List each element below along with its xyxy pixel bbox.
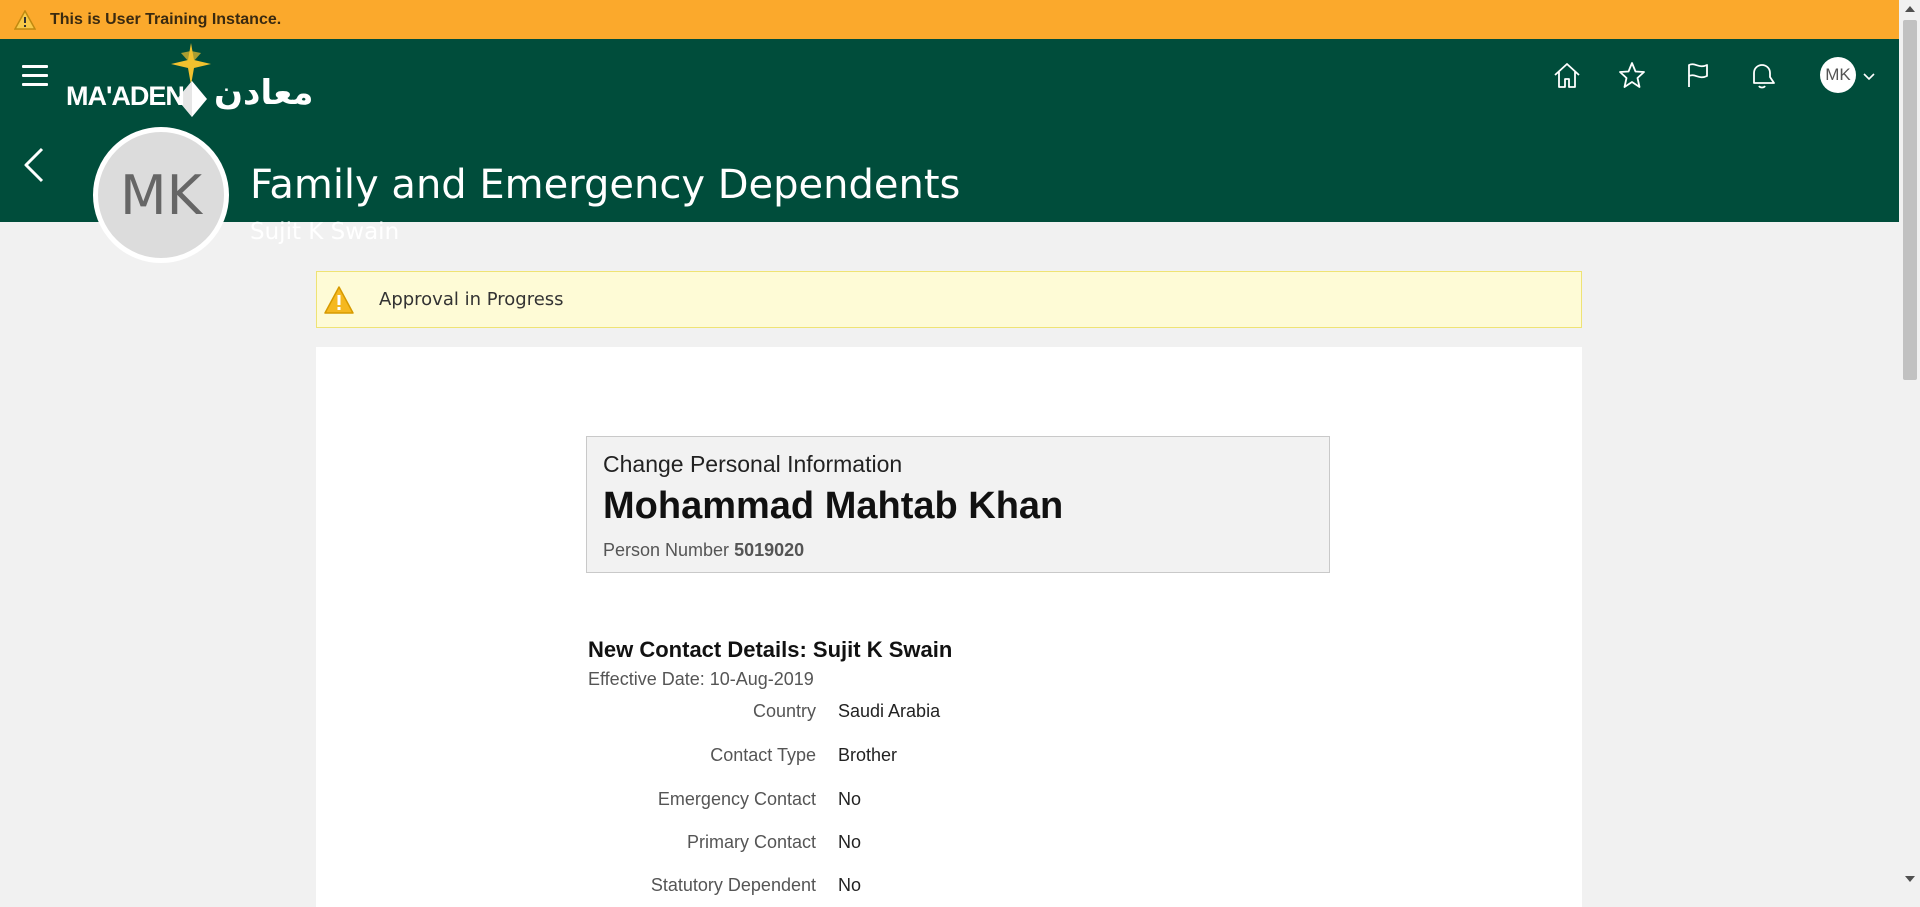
approval-notice: Approval in Progress xyxy=(316,271,1582,328)
logo-arabic-text: معادن xyxy=(214,73,314,113)
contact-details-heading: New Contact Details: Sujit K Swain xyxy=(588,637,953,662)
warning-icon xyxy=(324,285,354,314)
scroll-up-arrow-icon[interactable] xyxy=(1905,6,1915,12)
warning-icon xyxy=(14,9,36,30)
menu-icon[interactable] xyxy=(22,65,48,87)
approval-notice-text: Approval in Progress xyxy=(379,289,564,310)
app-header: MA'ADEN معادن MK Family and Emergency De… xyxy=(0,39,1899,245)
scroll-down-arrow-icon[interactable] xyxy=(1905,876,1915,882)
back-arrow-icon[interactable] xyxy=(22,145,46,185)
scrollbar-thumb[interactable] xyxy=(1903,20,1917,380)
detail-label: Emergency Contact xyxy=(657,789,816,809)
contact-details: New Contact Details: Sujit K Swain Effec… xyxy=(588,637,1188,895)
page-subtitle: Sujit K Swain xyxy=(250,219,400,245)
logo-latin-text: MA'ADEN xyxy=(66,81,185,111)
logo-star-icon xyxy=(171,43,211,85)
detail-row-statutory-dependent: Statutory Dependent No xyxy=(588,875,1188,899)
detail-row-country: Country Saudi Arabia xyxy=(588,701,1188,725)
person-avatar: MK xyxy=(93,127,229,263)
chevron-down-icon[interactable] xyxy=(1862,69,1876,83)
detail-row-emergency-contact: Emergency Contact No xyxy=(588,789,1188,813)
detail-value: Saudi Arabia xyxy=(838,701,941,721)
detail-value: No xyxy=(838,832,862,852)
person-number-value: 5019020 xyxy=(734,540,805,560)
person-number: Person Number 5019020 xyxy=(603,540,804,561)
page-title: Family and Emergency Dependents xyxy=(250,162,961,208)
detail-value: No xyxy=(838,875,862,895)
detail-label: Primary Contact xyxy=(686,832,816,852)
change-caption: Change Personal Information xyxy=(603,451,903,477)
home-icon[interactable] xyxy=(1551,59,1583,91)
detail-label: Country xyxy=(752,701,816,721)
person-info-box: Change Personal Information Mohammad Mah… xyxy=(586,436,1330,573)
detail-label: Contact Type xyxy=(710,745,816,765)
company-logo[interactable]: MA'ADEN معادن xyxy=(64,43,334,117)
page-scrollbar[interactable] xyxy=(1899,0,1920,888)
detail-row-contact-type: Contact Type Brother xyxy=(588,745,1188,769)
detail-value: Brother xyxy=(838,745,898,765)
effective-date: Effective Date: 10-Aug-2019 xyxy=(588,669,814,689)
detail-label: Statutory Dependent xyxy=(650,875,816,895)
bell-icon[interactable] xyxy=(1746,59,1778,91)
detail-row-primary-contact: Primary Contact No xyxy=(588,832,1188,856)
detail-value: No xyxy=(838,789,862,809)
person-name: Mohammad Mahtab Khan xyxy=(603,485,1064,527)
details-card: Change Personal Information Mohammad Mah… xyxy=(316,347,1582,907)
user-avatar-button[interactable]: MK xyxy=(1820,57,1856,93)
star-icon[interactable] xyxy=(1616,59,1648,91)
person-number-label: Person Number xyxy=(603,540,730,560)
flag-icon[interactable] xyxy=(1681,59,1713,91)
training-instance-banner: This is User Training Instance. xyxy=(0,0,1899,39)
banner-text: This is User Training Instance. xyxy=(50,10,282,28)
